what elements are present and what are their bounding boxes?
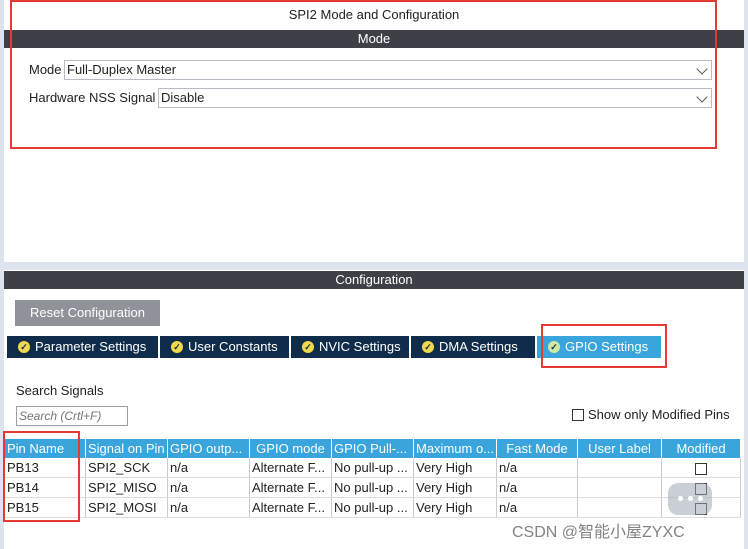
check-circle-icon: ✓	[18, 341, 30, 353]
column-header[interactable]: Maximum o...	[413, 439, 498, 458]
cell-fast-mode: n/a	[496, 458, 579, 478]
mode-header: Mode	[4, 30, 744, 48]
tab-label: Parameter Settings	[35, 339, 147, 354]
tab-user-constants[interactable]: ✓ User Constants	[160, 336, 289, 358]
cell-gpio-output: n/a	[167, 477, 250, 498]
column-header[interactable]: Pin Name	[5, 439, 86, 458]
watermark: CSDN @智能小屋ZYXC	[512, 524, 685, 541]
check-circle-icon: ✓	[302, 341, 314, 353]
mode-select-value: Full-Duplex Master	[67, 62, 177, 77]
cell-gpio-pull: No pull-up ...	[331, 497, 414, 518]
cell-gpio-mode: Alternate F...	[249, 477, 332, 498]
cell-fast-mode: n/a	[496, 497, 579, 518]
column-header[interactable]: GPIO outp...	[167, 439, 250, 458]
nss-label: Hardware NSS Signal	[29, 90, 156, 105]
column-header[interactable]: GPIO Pull-...	[331, 439, 414, 458]
cell-signal: SPI2_SCK	[85, 458, 168, 478]
check-circle-icon: ✓	[422, 341, 434, 353]
column-header[interactable]: Signal on Pin	[85, 439, 168, 458]
window-title: SPI2 Mode and Configuration	[288, 7, 460, 22]
cell-pin-name: PB14	[5, 477, 86, 498]
configuration-header: Configuration	[4, 271, 744, 289]
column-header[interactable]: Fast Mode	[496, 439, 579, 458]
search-signals-label: Search Signals	[16, 383, 104, 398]
cell-max-speed: Very High	[413, 458, 498, 478]
cell-pin-name: PB13	[5, 458, 86, 478]
mode-label: Mode	[29, 62, 62, 77]
cell-pin-name: PB15	[5, 497, 86, 518]
tab-label: DMA Settings	[439, 339, 518, 354]
cell-user-label	[577, 458, 663, 478]
cell-max-speed: Very High	[413, 477, 498, 498]
cell-user-label	[577, 477, 663, 498]
table-row[interactable]: PB14 SPI2_MISO n/a Alternate F... No pul…	[5, 477, 742, 498]
tab-parameter-settings[interactable]: ✓ Parameter Settings	[7, 336, 158, 358]
cell-gpio-pull: No pull-up ...	[331, 458, 414, 478]
cell-gpio-mode: Alternate F...	[249, 497, 332, 518]
cell-gpio-pull: No pull-up ...	[331, 477, 414, 498]
cell-user-label	[577, 497, 663, 518]
nss-select[interactable]: Disable	[158, 88, 712, 108]
cell-gpio-mode: Alternate F...	[249, 458, 332, 478]
reset-configuration-button[interactable]: Reset Configuration	[15, 300, 160, 326]
column-header[interactable]: Modified	[661, 439, 742, 458]
column-header[interactable]: User Label	[577, 439, 663, 458]
cell-gpio-output: n/a	[167, 497, 250, 518]
table-header-row: Pin Name Signal on Pin GPIO outp... GPIO…	[5, 439, 742, 458]
tab-dma-settings[interactable]: ✓ DMA Settings	[411, 336, 535, 358]
cell-modified[interactable]	[661, 458, 742, 478]
nss-select-value: Disable	[161, 90, 205, 105]
show-modified-label: Show only Modified Pins	[588, 407, 730, 423]
cell-gpio-output: n/a	[167, 458, 250, 478]
checkbox-icon	[572, 408, 584, 421]
chat-bubble-icon	[668, 483, 712, 515]
cell-fast-mode: n/a	[496, 477, 579, 498]
table-row[interactable]: PB13 SPI2_SCK n/a Alternate F... No pull…	[5, 458, 742, 478]
gpio-table: Pin Name Signal on Pin GPIO outp... GPIO…	[5, 439, 742, 518]
column-header[interactable]: GPIO mode	[249, 439, 332, 458]
check-circle-icon: ✓	[548, 341, 560, 353]
tab-gpio-settings[interactable]: ✓ GPIO Settings	[537, 336, 661, 358]
tab-nvic-settings[interactable]: ✓ NVIC Settings	[291, 336, 409, 358]
chevron-down-icon	[696, 91, 708, 103]
cell-signal: SPI2_MISO	[85, 477, 168, 498]
cell-signal: SPI2_MOSI	[85, 497, 168, 518]
tab-label: User Constants	[188, 339, 278, 354]
checkbox-icon[interactable]	[695, 462, 708, 475]
mode-select[interactable]: Full-Duplex Master	[64, 60, 712, 80]
tab-label: NVIC Settings	[319, 339, 401, 354]
search-input[interactable]	[16, 406, 128, 426]
cell-max-speed: Very High	[413, 497, 498, 518]
chevron-down-icon	[696, 63, 708, 75]
table-row[interactable]: PB15 SPI2_MOSI n/a Alternate F... No pul…	[5, 497, 742, 518]
tab-label: GPIO Settings	[565, 339, 649, 354]
check-circle-icon: ✓	[171, 341, 183, 353]
show-modified-checkbox[interactable]: Show only Modified Pins	[572, 406, 730, 422]
